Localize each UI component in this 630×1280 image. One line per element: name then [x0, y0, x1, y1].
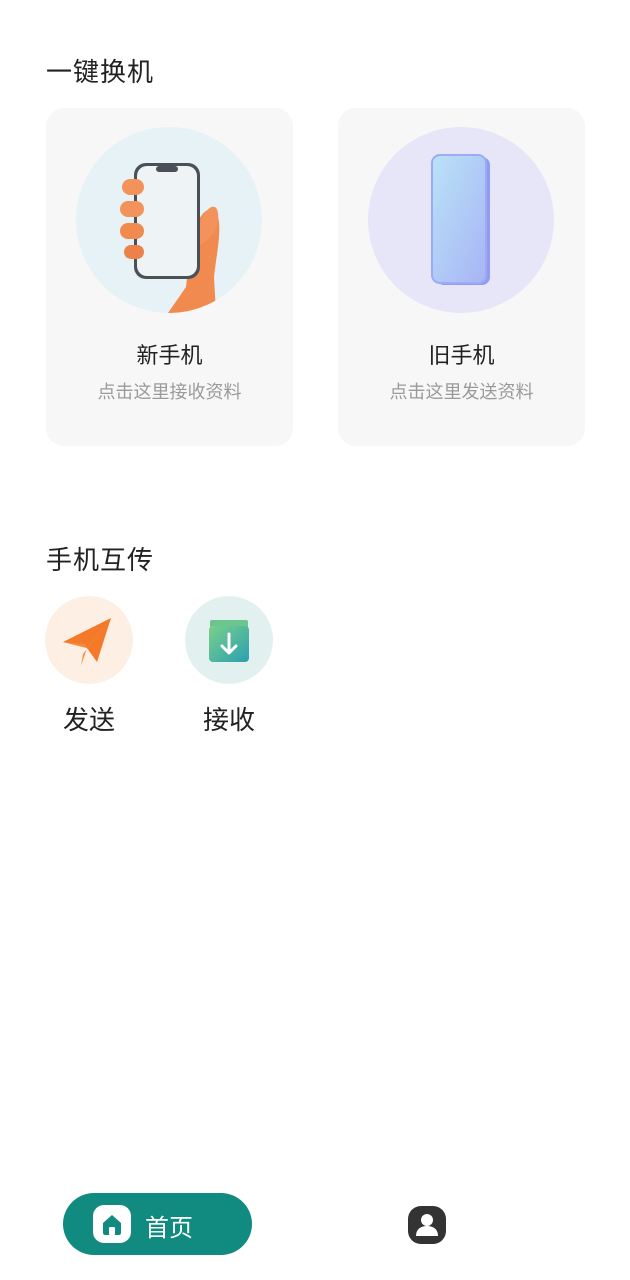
tab-home-label: 首页	[145, 1214, 193, 1242]
home-icon-bg	[93, 1205, 131, 1243]
new-phone-subtitle: 点击这里接收资料	[97, 382, 242, 403]
old-phone-illustration	[368, 127, 554, 313]
old-phone-subtitle: 点击这里发送资料	[389, 382, 534, 403]
new-phone-title: 新手机	[136, 344, 203, 369]
paper-plane-icon	[63, 618, 111, 666]
old-phone-card[interactable]: 旧手机 点击这里发送资料	[338, 108, 585, 446]
new-phone-card[interactable]: 新手机 点击这里接收资料	[46, 108, 293, 446]
receive-icon-circle	[185, 596, 273, 684]
send-label: 发送	[62, 706, 115, 736]
screen: 一键换机 新手机 点击这里接收资料 旧手机 点击这里发送资料 手机互传 发送 接…	[0, 0, 630, 1280]
bottom-tab-bar: 首页	[0, 1180, 630, 1270]
tab-profile[interactable]	[402, 1200, 452, 1250]
new-phone-illustration	[76, 127, 262, 313]
old-phone-title: 旧手机	[428, 344, 495, 369]
home-icon	[103, 1215, 121, 1235]
old-phone-icon	[431, 154, 490, 285]
user-profile-icon	[408, 1206, 446, 1244]
section-title-switch: 一键换机	[46, 58, 155, 88]
receive-button[interactable]: 接收	[184, 596, 274, 736]
send-button[interactable]: 发送	[44, 596, 134, 736]
send-icon-circle	[45, 596, 133, 684]
receive-label: 接收	[202, 706, 255, 736]
tab-home[interactable]: 首页	[63, 1193, 252, 1255]
hand-holding-phone-icon	[120, 163, 220, 313]
download-box-icon	[209, 620, 249, 662]
section-title-transfer: 手机互传	[46, 546, 155, 576]
